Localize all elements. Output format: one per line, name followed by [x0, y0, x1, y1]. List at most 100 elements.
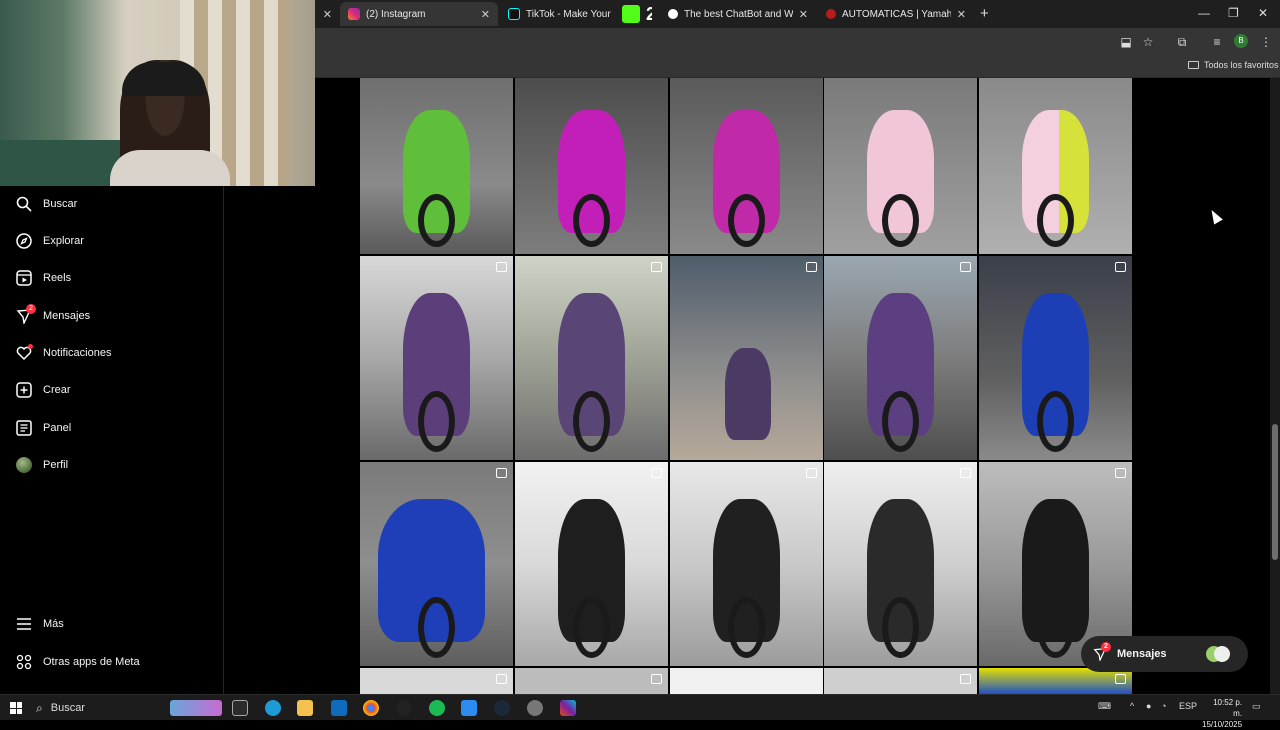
language-indicator[interactable]: ESP — [1179, 701, 1197, 711]
tab-yamaha[interactable]: AUTOMATICAS | Yamaha Yamaha ✕ — [818, 2, 974, 26]
tab-tiktok[interactable]: TikTok - Make Your Day — [500, 2, 620, 26]
sidebar-item-mas[interactable]: Más — [16, 612, 64, 636]
post-thumbnail[interactable] — [360, 78, 513, 254]
spotify-icon[interactable] — [429, 700, 445, 716]
windows-start-icon[interactable] — [10, 702, 22, 714]
motorcycle-image — [725, 347, 771, 440]
messenger-icon: 2 — [16, 304, 36, 326]
clock-time: 10:52 p. m. — [1213, 698, 1242, 718]
tab-title: 2 — [646, 3, 652, 24]
post-thumbnail[interactable] — [979, 78, 1132, 254]
post-thumbnail[interactable] — [515, 668, 668, 694]
notification-dot — [28, 344, 33, 349]
taskbar-search-label: Buscar — [50, 702, 85, 714]
install-icon[interactable]: ⬓ — [1118, 34, 1134, 50]
sidebar-item-otras-apps[interactable]: Otras apps de Meta — [16, 650, 140, 674]
tab-title: AUTOMATICAS | Yamaha Yamaha — [842, 8, 951, 20]
sidebar-item-reels[interactable]: Reels — [16, 266, 71, 290]
avatar — [16, 457, 32, 473]
restore-icon[interactable]: ❐ — [1228, 6, 1239, 20]
post-thumbnail[interactable] — [360, 462, 513, 666]
more-menu-icon[interactable]: ⋮ — [1258, 34, 1274, 50]
page-scrollbar[interactable] — [1270, 78, 1280, 694]
outlook-icon[interactable] — [331, 700, 347, 716]
reel-icon — [496, 674, 507, 684]
sidebar-item-crear[interactable]: Crear — [16, 378, 71, 402]
settings-icon[interactable] — [527, 700, 543, 716]
reel-icon — [496, 262, 507, 272]
tiktok-icon — [508, 8, 520, 20]
post-thumbnail[interactable] — [670, 668, 823, 694]
task-view-icon[interactable] — [232, 700, 248, 716]
sidebar-item-mensajes[interactable]: 2 Mensajes — [16, 304, 90, 328]
post-thumbnail[interactable] — [360, 256, 513, 460]
tab-instagram[interactable]: (2) Instagram ✕ — [340, 2, 498, 26]
sidebar-item-notificaciones[interactable]: Notificaciones — [16, 341, 111, 365]
post-thumbnail[interactable] — [824, 78, 977, 254]
post-thumbnail[interactable] — [824, 462, 977, 666]
reel-icon — [1115, 262, 1126, 272]
obs-icon[interactable] — [396, 700, 412, 716]
sidebar-item-explorar[interactable]: Explorar — [16, 229, 84, 253]
reading-list-icon[interactable]: ≡ — [1209, 34, 1225, 50]
sidebar-item-panel[interactable]: Panel — [16, 416, 71, 440]
post-thumbnail[interactable] — [515, 256, 668, 460]
notifications-icon[interactable]: ▭ — [1252, 701, 1261, 712]
post-thumbnail[interactable] — [515, 78, 668, 254]
chatbot-icon — [668, 9, 678, 19]
folder-icon — [1188, 61, 1199, 69]
search-icon: ⌕ — [36, 700, 43, 715]
taskbar-clock[interactable]: 10:52 p. m. 15/10/2025 — [1202, 697, 1242, 730]
reel-icon — [1115, 674, 1126, 684]
app-icon[interactable] — [560, 700, 576, 716]
chevron-up-icon[interactable]: ^ — [1130, 701, 1134, 711]
sidebar-item-buscar[interactable]: Buscar — [16, 192, 77, 216]
scrollbar-thumb[interactable] — [1272, 424, 1278, 560]
notification-badge: 2 — [26, 304, 36, 314]
reel-icon — [496, 468, 507, 478]
chrome-icon[interactable] — [363, 700, 379, 716]
sidebar-item-label: Panel — [43, 422, 72, 434]
new-tab-icon[interactable]: + — [980, 5, 989, 22]
all-bookmarks-label: Todos los favoritos — [1204, 60, 1279, 70]
edge-icon[interactable] — [265, 700, 281, 716]
reel-icon — [651, 674, 662, 684]
post-thumbnail[interactable] — [824, 256, 977, 460]
profile-avatar[interactable]: B — [1234, 34, 1248, 48]
close-icon[interactable]: ✕ — [799, 8, 808, 21]
post-thumbnail[interactable] — [515, 462, 668, 666]
close-window-icon[interactable]: ✕ — [1258, 6, 1268, 20]
close-icon[interactable]: ✕ — [323, 8, 332, 21]
sidebar-item-label: Perfil — [43, 459, 69, 471]
all-bookmarks[interactable]: Todos los favoritos — [1188, 60, 1279, 70]
post-thumbnail[interactable] — [670, 256, 823, 460]
post-thumbnail[interactable] — [670, 462, 823, 666]
yamaha-icon — [826, 9, 836, 19]
sidebar-item-perfil[interactable]: Perfil — [16, 453, 68, 477]
menu-icon — [16, 616, 32, 632]
extensions-icon[interactable]: ⧉ — [1174, 34, 1190, 50]
store-icon[interactable] — [461, 700, 477, 716]
close-icon[interactable]: ✕ — [957, 8, 966, 21]
post-thumbnail[interactable] — [360, 668, 513, 694]
microphone-icon[interactable]: ● — [1146, 701, 1151, 711]
network-icon[interactable]: ◔ — [1161, 701, 1166, 711]
instagram-icon — [348, 8, 360, 20]
steam-icon[interactable] — [494, 700, 510, 716]
star-icon[interactable]: ☆ — [1140, 34, 1156, 50]
compass-icon — [16, 233, 32, 249]
keyboard-icon[interactable]: ⌨ — [1098, 701, 1111, 712]
tab-chatbot[interactable]: The best ChatBot and Widgets ✕ — [660, 2, 816, 26]
post-thumbnail[interactable] — [670, 78, 823, 254]
messages-button[interactable]: 2 Mensajes — [1081, 636, 1248, 672]
close-icon[interactable]: ✕ — [481, 8, 490, 21]
taskbar-widget[interactable] — [170, 700, 222, 716]
tab-kick[interactable]: 2 — [614, 2, 660, 26]
post-thumbnail[interactable] — [824, 668, 977, 694]
minimize-icon[interactable]: — — [1198, 6, 1210, 20]
tab-title: TikTok - Make Your Day — [526, 8, 612, 20]
post-thumbnail[interactable] — [979, 256, 1132, 460]
file-explorer-icon[interactable] — [297, 700, 313, 716]
clock-date: 15/10/2025 — [1202, 720, 1243, 729]
apps-icon — [16, 654, 32, 670]
